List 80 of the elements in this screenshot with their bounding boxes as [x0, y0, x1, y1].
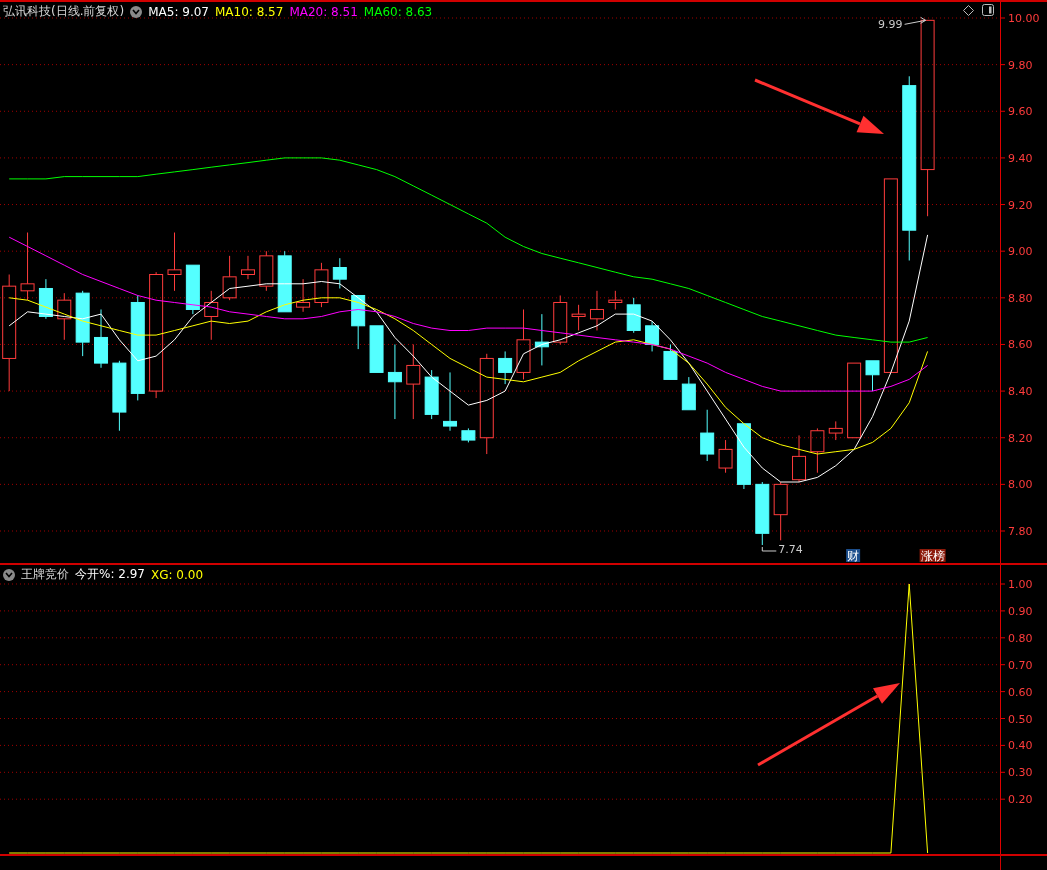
candlestick: [112, 360, 127, 432]
candlestick: [773, 481, 788, 541]
axis-label: 9.60: [1008, 105, 1033, 119]
candlestick: [57, 292, 72, 341]
candlestick: [645, 320, 660, 352]
axis-label: 8.20: [1008, 431, 1033, 445]
candlestick: [810, 427, 825, 474]
legend-value: XG: 0.00: [151, 567, 204, 582]
candlestick: [277, 250, 292, 313]
candlestick: [755, 481, 770, 546]
axis-label: 1.00: [1008, 578, 1033, 591]
candlestick: [20, 232, 35, 301]
candlestick: [38, 278, 53, 320]
price-label: 7.74: [778, 543, 803, 556]
candlestick: [828, 420, 843, 441]
legend-value: MA5: 9.07: [148, 4, 209, 19]
axis-label: 0.60: [1008, 685, 1033, 699]
diamond-icon[interactable]: [963, 4, 974, 16]
axis-label: 9.80: [1008, 58, 1033, 72]
candlestick: [608, 290, 623, 310]
axis-label: 8.60: [1008, 338, 1033, 352]
axis-label: 0.40: [1008, 739, 1033, 753]
candlestick: [516, 309, 531, 380]
candlestick: [204, 290, 219, 341]
candlestick: [626, 297, 641, 334]
candlestick: [94, 309, 109, 369]
pointer-line: [761, 546, 777, 552]
legend-value: 今开%: 2.97: [75, 566, 145, 583]
candlestick: [240, 255, 255, 280]
candlestick: [498, 350, 513, 385]
candlestick: [700, 409, 715, 462]
candlestick: [424, 369, 439, 420]
candlestick: [571, 304, 586, 331]
legend-value: MA20: 8.51: [289, 4, 358, 19]
candlestick: [185, 264, 200, 315]
candlestick: [369, 325, 384, 373]
panel-toggle-icon[interactable]: [982, 4, 994, 16]
indicator-title: 王牌竞价: [21, 566, 69, 583]
candlestick: [663, 343, 678, 380]
axis-label: 0.70: [1008, 658, 1033, 672]
candlestick: [736, 423, 751, 490]
chevron-down-icon[interactable]: [130, 5, 143, 18]
candlestick: [553, 295, 568, 345]
axis-label: 9.00: [1008, 245, 1033, 259]
axis-label: 10.00: [1008, 12, 1040, 25]
axis-label: 8.00: [1008, 478, 1033, 492]
chevron-down-icon[interactable]: [3, 568, 15, 581]
candlestick: [259, 250, 274, 292]
candlestick: [681, 376, 696, 411]
candlestick: [443, 371, 458, 432]
candlestick: [167, 232, 182, 292]
candlestick: [461, 427, 476, 443]
axis-label: 0.50: [1008, 712, 1033, 726]
axis-label: 0.80: [1008, 631, 1033, 645]
candlestick: [534, 313, 549, 366]
event-tag[interactable]: 财: [846, 549, 861, 563]
legend-value: MA10: 8.57: [214, 4, 284, 19]
chart-title: 弘讯科技(日线.前复权): [3, 3, 125, 20]
axis-label: 9.40: [1008, 151, 1033, 165]
candlestick: [75, 290, 90, 357]
legend-value: MA60: 8.63: [363, 4, 433, 19]
pointer-line: [904, 16, 927, 25]
candlestick: [332, 257, 347, 289]
axis-label: 9.20: [1008, 198, 1033, 212]
axis-label: 0.30: [1008, 766, 1033, 780]
event-tag[interactable]: 涨榜: [919, 549, 946, 563]
candlestick: [314, 262, 329, 308]
price-label: 9.99: [878, 18, 903, 32]
candlestick: [296, 278, 311, 313]
candlestick: [718, 439, 733, 474]
axis-label: 8.80: [1008, 291, 1033, 305]
axis-label: 7.80: [1008, 525, 1033, 538]
candlestick: [589, 290, 604, 331]
candlestick: [792, 434, 807, 483]
axis-label: 8.40: [1008, 385, 1033, 399]
candlestick: [351, 295, 366, 350]
candlestick: [865, 360, 880, 392]
axis-label: 0.20: [1008, 793, 1033, 807]
candlestick: [222, 255, 237, 301]
axis-label: 0.90: [1008, 604, 1033, 618]
